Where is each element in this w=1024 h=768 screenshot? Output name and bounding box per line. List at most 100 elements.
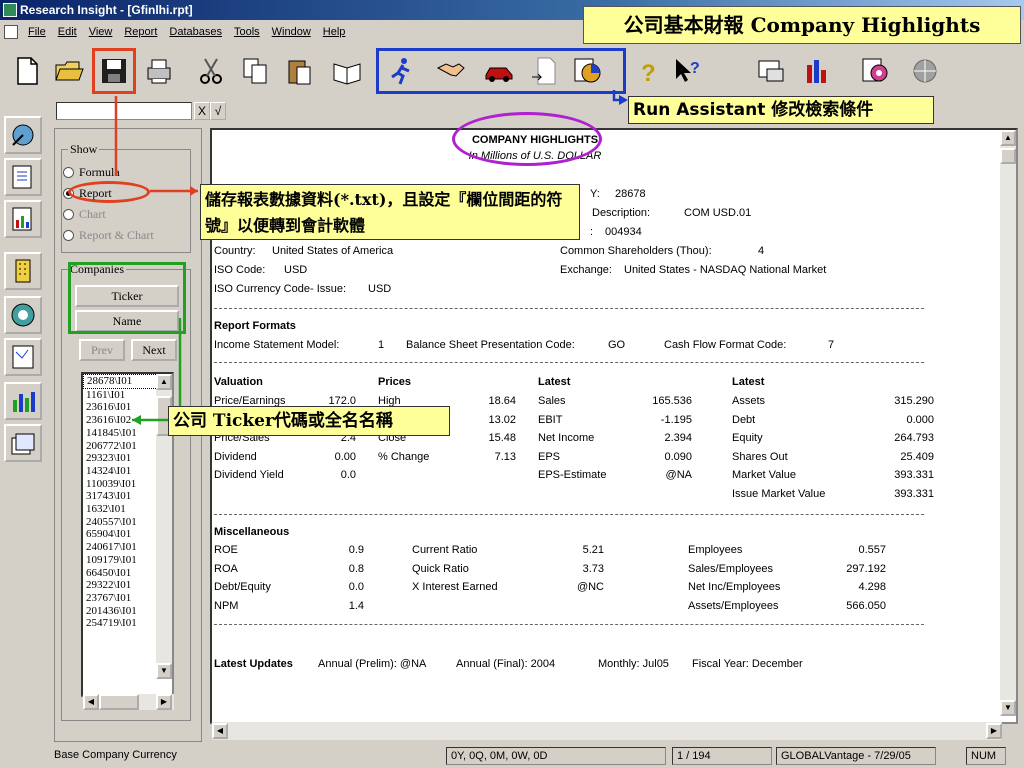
scan-icon[interactable]: [4, 116, 42, 154]
description-value: COM USD.01: [684, 207, 752, 219]
latest1-label: Sales: [538, 395, 566, 407]
latest1-value: -1.195: [660, 413, 692, 426]
disk-search-icon[interactable]: [4, 296, 42, 334]
scroll-thumb[interactable]: [1000, 148, 1016, 164]
misc1-value: 0.9: [348, 544, 364, 556]
menu-edit[interactable]: Edit: [54, 26, 81, 38]
screen-icon[interactable]: [752, 52, 790, 90]
hscroll-thumb[interactable]: [99, 694, 139, 710]
latest2-label: Issue Market Value: [732, 488, 826, 500]
latest1-value: 2.394: [664, 432, 692, 445]
exchange-label: Exchange:: [560, 264, 612, 276]
menu-help[interactable]: Help: [319, 26, 350, 38]
country-value: United States of America: [272, 245, 394, 257]
run-assistant-callout: Run Assistant 修改檢索條件: [628, 96, 934, 124]
print-icon[interactable]: [140, 52, 178, 90]
country-label: Country:: [214, 245, 256, 257]
shareholders-label: Common Shareholders (Thou):: [560, 245, 712, 257]
bar-chart-icon[interactable]: [798, 52, 836, 90]
latest2-value: 0.000: [906, 413, 934, 426]
latest2-label: Debt: [732, 413, 756, 426]
misc2-value: 3.73: [582, 562, 604, 575]
formula-cancel-button[interactable]: X: [194, 102, 210, 120]
menu-view[interactable]: View: [85, 26, 117, 38]
show-group-title: Show: [68, 142, 100, 157]
globe-icon[interactable]: [906, 52, 944, 90]
scroll-right-icon[interactable]: ▶: [986, 723, 1002, 739]
svg-text:?: ?: [641, 60, 656, 87]
latest2-value: 315.290: [894, 395, 934, 407]
help-icon[interactable]: ?: [628, 52, 666, 90]
open-folder-icon[interactable]: [50, 52, 88, 90]
pie-chart-icon[interactable]: [568, 52, 606, 90]
status-database: GLOBALVantage - 7/29/05: [776, 747, 936, 765]
whats-this-icon[interactable]: ?: [668, 52, 706, 90]
latest1-value: 165.536: [652, 395, 692, 407]
run-icon[interactable]: [382, 52, 420, 90]
formula-accept-button[interactable]: √: [210, 102, 226, 120]
save-disk-icon[interactable]: [92, 48, 136, 94]
paste-icon[interactable]: [280, 52, 318, 90]
misc2-value: 5.21: [582, 544, 604, 556]
latest2-label: Market Value: [732, 469, 796, 482]
bar-graph-icon[interactable]: [4, 382, 42, 420]
svg-text:?: ?: [690, 60, 700, 77]
report-vscroll[interactable]: ▲ ▼: [1000, 130, 1016, 716]
handshake-icon[interactable]: [432, 52, 470, 90]
latest1-label: EPS: [538, 450, 561, 463]
menu-databases[interactable]: Databases: [165, 26, 226, 38]
new-file-icon[interactable]: [8, 52, 46, 90]
chart-report-icon[interactable]: [4, 200, 42, 238]
balance-code-value: GO: [608, 339, 626, 351]
show-chart-radio[interactable]: Chart: [63, 207, 106, 222]
window-title: Research Insight - [Gfinlhi.rpt]: [20, 3, 193, 17]
document-icon[interactable]: [4, 338, 42, 376]
chart-disk-icon[interactable]: [856, 52, 894, 90]
file-stack-icon[interactable]: [4, 424, 42, 462]
misc3-value: 0.557: [858, 544, 886, 556]
misc3-value: 297.192: [846, 562, 886, 575]
report-search-icon[interactable]: [4, 158, 42, 196]
scroll-down-icon[interactable]: ▼: [1000, 700, 1016, 716]
misc-title: Miscellaneous: [214, 526, 290, 538]
scroll-up-icon[interactable]: ▲: [1000, 130, 1016, 146]
misc3-value: 566.050: [846, 599, 886, 612]
cusip-label: :: [590, 226, 594, 238]
iso-issue-value: USD: [368, 283, 392, 295]
open-book-icon[interactable]: [328, 52, 366, 90]
menu-file[interactable]: File: [24, 26, 50, 38]
iso-value: USD: [284, 264, 308, 276]
document-icon[interactable]: [4, 25, 18, 39]
formula-input[interactable]: [56, 102, 192, 120]
cashflow-code-label: Cash Flow Format Code:: [664, 339, 787, 351]
valuation-label: Dividend Yield: [214, 469, 284, 482]
scroll-left-icon[interactable]: ◀: [83, 694, 99, 710]
prev-button[interactable]: Prev: [79, 339, 125, 361]
cashflow-code-value: 7: [828, 339, 835, 351]
next-button[interactable]: Next: [131, 339, 177, 361]
valuation-title: Valuation: [214, 376, 263, 388]
building-icon[interactable]: [4, 252, 42, 290]
doc-arrow-icon[interactable]: [526, 52, 564, 90]
car-icon[interactable]: [480, 52, 518, 90]
scroll-up-icon[interactable]: ▲: [156, 374, 172, 390]
ticker-list-hscroll[interactable]: ◀ ▶: [83, 694, 174, 710]
divider: [214, 514, 924, 515]
latest1-label: EPS-Estimate: [538, 469, 607, 482]
menu-report[interactable]: Report: [120, 26, 161, 38]
menu-tools[interactable]: Tools: [230, 26, 264, 38]
scroll-down-icon[interactable]: ▼: [156, 663, 172, 679]
divider: [214, 308, 924, 309]
report-hscroll[interactable]: ◀ ▶: [212, 722, 1002, 740]
scroll-left-icon[interactable]: ◀: [212, 723, 228, 739]
status-currency: Base Company Currency: [54, 749, 177, 761]
copy-icon[interactable]: [236, 52, 274, 90]
menu-window[interactable]: Window: [268, 26, 315, 38]
show-formula-radio[interactable]: Formula: [63, 165, 120, 180]
cut-icon[interactable]: [192, 52, 230, 90]
show-report-chart-radio[interactable]: Report & Chart: [63, 228, 154, 243]
scroll-right-icon[interactable]: ▶: [156, 694, 172, 710]
misc1-label: ROE: [214, 544, 238, 556]
misc3-label: Net Inc/Employees: [688, 581, 781, 594]
latest2-value: 393.331: [894, 469, 934, 482]
